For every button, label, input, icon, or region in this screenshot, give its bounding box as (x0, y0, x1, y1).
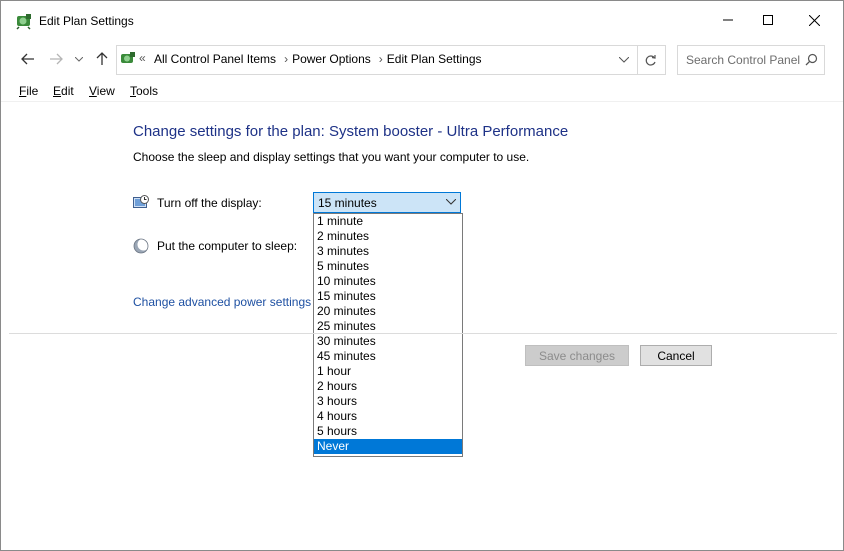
menu-label: ile (26, 84, 39, 98)
window: Edit Plan Settings « All Control Panel I… (0, 0, 844, 551)
title-bar: Edit Plan Settings (1, 1, 843, 39)
search-icon (805, 53, 818, 66)
menu-file[interactable]: File (19, 84, 38, 98)
menu-accelerator: V (89, 84, 97, 98)
refresh-icon (645, 54, 656, 66)
menu-label: iew (96, 84, 115, 98)
close-icon (808, 14, 820, 26)
display-icon (133, 195, 149, 208)
power-options-icon (16, 14, 31, 30)
display-label: Turn off the display: (157, 196, 262, 210)
dropdown-option[interactable]: 15 minutes (314, 289, 462, 304)
menu-bar: File Edit View Tools (1, 79, 843, 102)
dropdown-option[interactable]: 10 minutes (314, 274, 462, 289)
dropdown-option[interactable]: 5 hours (314, 424, 462, 439)
advanced-power-settings-link[interactable]: Change advanced power settings (133, 295, 311, 309)
display-timeout-dropdown: 1 minute 2 minutes 3 minutes 5 minutes 10 mi… (313, 213, 463, 457)
breadcrumb-overflow[interactable]: « (139, 51, 146, 65)
back-button[interactable] (18, 49, 38, 69)
dropdown-option[interactable]: Never (314, 439, 462, 454)
search-placeholder: Search Control Panel (686, 53, 801, 67)
menu-view[interactable]: View (89, 84, 115, 98)
dropdown-option[interactable]: 1 hour (314, 364, 462, 379)
divider (9, 333, 837, 334)
cancel-button[interactable]: Cancel (640, 345, 712, 366)
dropdown-option[interactable]: 20 minutes (314, 304, 462, 319)
search-input[interactable]: Search Control Panel (677, 45, 825, 75)
arrow-right-icon (50, 53, 63, 65)
recent-locations-button[interactable] (72, 49, 86, 69)
dropdown-option[interactable]: 2 hours (314, 379, 462, 394)
menu-edit[interactable]: Edit (53, 84, 74, 98)
address-row: « All Control Panel Items › Power Options ›… (1, 43, 843, 75)
close-button[interactable] (791, 1, 837, 39)
menu-label: ools (136, 84, 159, 98)
dropdown-option[interactable]: 3 hours (314, 394, 462, 409)
breadcrumb-item[interactable]: All Control Panel Items (154, 52, 276, 66)
dropdown-option[interactable]: 1 minute (314, 214, 462, 229)
display-timeout-select[interactable]: 15 minutes (313, 192, 461, 213)
dropdown-option[interactable]: 25 minutes (314, 319, 462, 334)
breadcrumb: All Control Panel Items › Power Options › Ed… (154, 52, 486, 66)
sleep-icon (133, 238, 149, 254)
address-bar[interactable]: « All Control Panel Items › Power Options ›… (116, 45, 638, 75)
breadcrumb-item[interactable]: Edit Plan Settings (387, 52, 482, 66)
breadcrumb-item[interactable]: Power Options (292, 52, 371, 66)
dropdown-option[interactable]: 4 hours (314, 409, 462, 424)
menu-accelerator: E (53, 84, 62, 98)
page-title: Change settings for the plan: System boo… (133, 123, 569, 140)
refresh-button[interactable] (635, 45, 666, 75)
dropdown-option[interactable]: 30 minutes (314, 334, 462, 349)
maximize-button[interactable] (745, 1, 791, 39)
display-timeout-value: 15 minutes (318, 196, 377, 210)
dropdown-option[interactable]: 2 minutes (314, 229, 462, 244)
arrow-up-icon (96, 52, 108, 65)
dropdown-option[interactable]: 5 minutes (314, 259, 462, 274)
page-description: Choose the sleep and display settings th… (133, 150, 530, 164)
up-button[interactable] (92, 49, 112, 69)
menu-label: dit (61, 84, 74, 98)
dropdown-option[interactable]: 45 minutes (314, 349, 462, 364)
chevron-down-icon (446, 199, 456, 205)
menu-tools[interactable]: Tools (130, 84, 158, 98)
maximize-icon (763, 15, 773, 25)
minimize-icon (723, 19, 733, 21)
breadcrumb-separator[interactable]: › (379, 52, 383, 66)
arrow-left-icon (21, 53, 34, 65)
chevron-down-icon (75, 56, 83, 62)
sleep-label: Put the computer to sleep: (157, 239, 298, 253)
breadcrumb-separator[interactable]: › (284, 52, 288, 66)
save-changes-button[interactable]: Save changes (525, 345, 629, 366)
window-title: Edit Plan Settings (39, 14, 134, 28)
address-dropdown-icon[interactable] (619, 57, 629, 63)
forward-button[interactable] (46, 49, 66, 69)
dropdown-option[interactable]: 3 minutes (314, 244, 462, 259)
control-panel-icon (121, 52, 135, 63)
